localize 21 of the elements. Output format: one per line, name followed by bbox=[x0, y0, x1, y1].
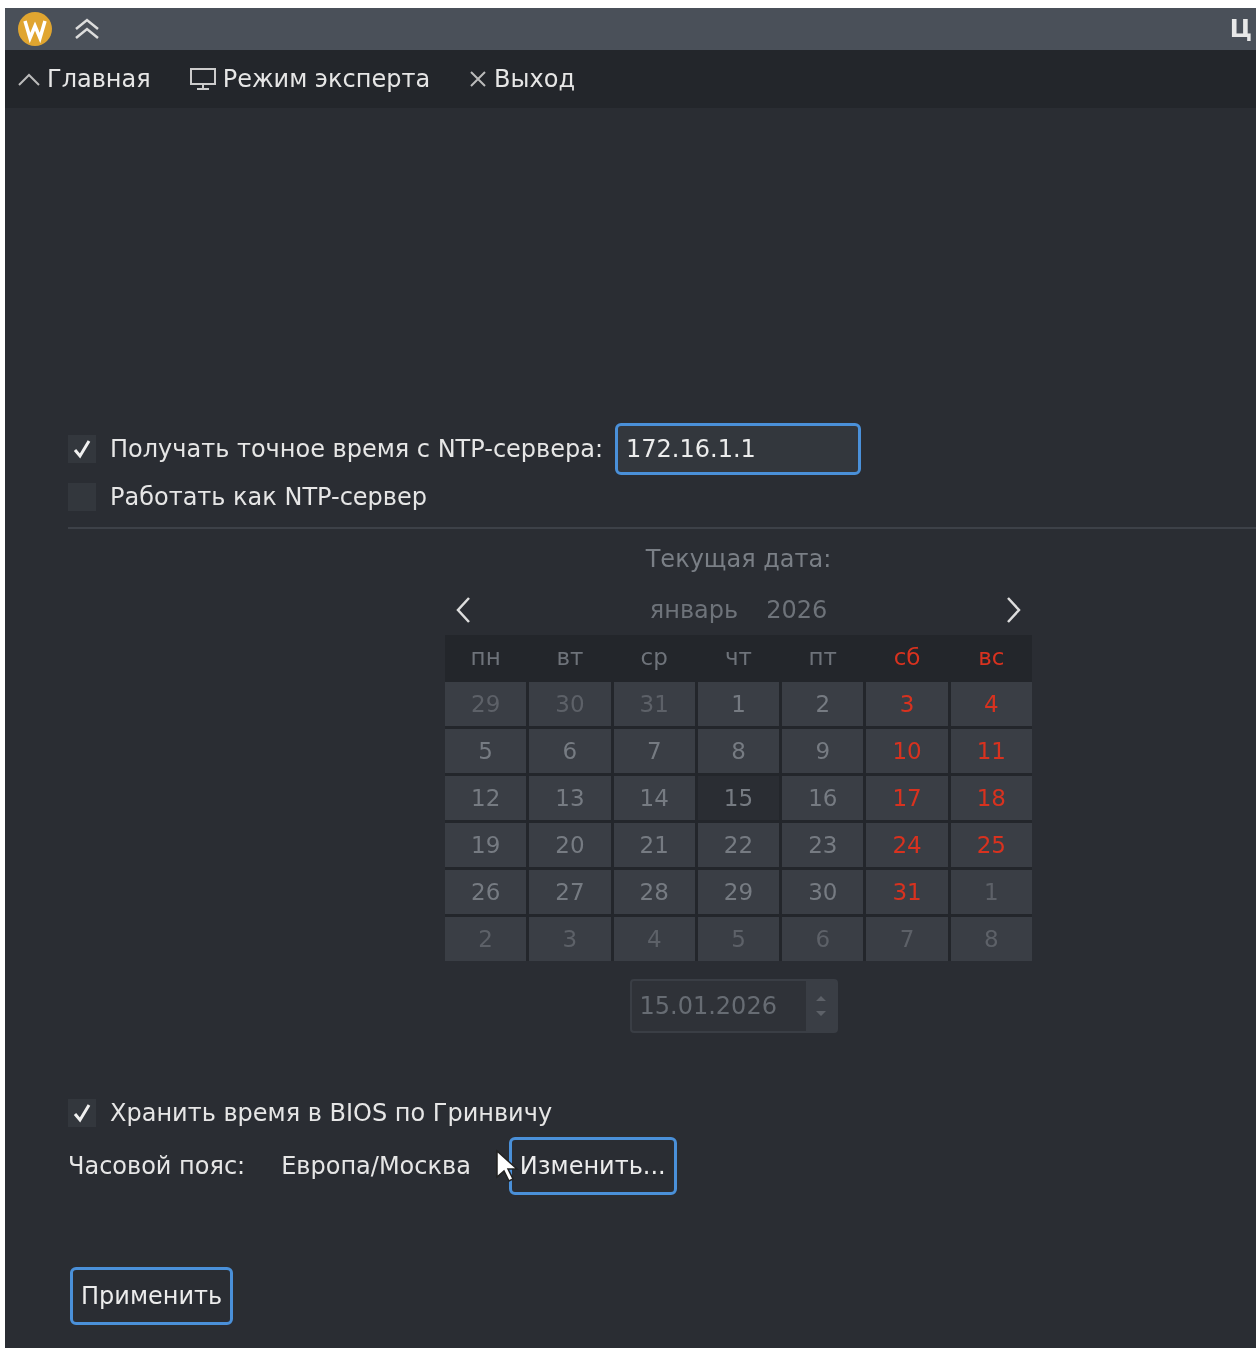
toolbar-button[interactable]: Выход bbox=[468, 65, 575, 93]
window-title: Ц bbox=[1229, 15, 1252, 43]
toolbar-button[interactable]: Главная bbox=[17, 65, 151, 93]
checkbox-label: Работать как NTP-сервер bbox=[110, 483, 427, 511]
app-logo-icon bbox=[17, 11, 53, 47]
ntp-server-field[interactable]: 172.16.1.1 bbox=[615, 423, 862, 475]
chevron-up-icon bbox=[17, 72, 41, 86]
timezone-value: Европа/Москва bbox=[281, 1152, 471, 1180]
checkbox[interactable] bbox=[68, 435, 96, 463]
checkbox[interactable] bbox=[68, 1099, 96, 1127]
toolbar-button[interactable]: Режим эксперта bbox=[188, 65, 431, 93]
checkbox-label: Получать точное время с NTP-сервера: bbox=[110, 435, 604, 463]
apply-button[interactable]: Применить bbox=[70, 1267, 234, 1325]
section-label: Текущая дата: bbox=[645, 545, 832, 573]
checkbox-label: Хранить время в BIOS по Гринвичу bbox=[110, 1099, 553, 1127]
close-icon bbox=[468, 69, 489, 89]
timezone-label: Часовой пояс: bbox=[68, 1152, 246, 1180]
double-chevron-up-icon[interactable] bbox=[73, 17, 101, 41]
mouse-cursor-icon bbox=[494, 1149, 521, 1183]
monitor-icon bbox=[188, 67, 217, 91]
change-button[interactable]: Изменить... bbox=[508, 1137, 677, 1195]
